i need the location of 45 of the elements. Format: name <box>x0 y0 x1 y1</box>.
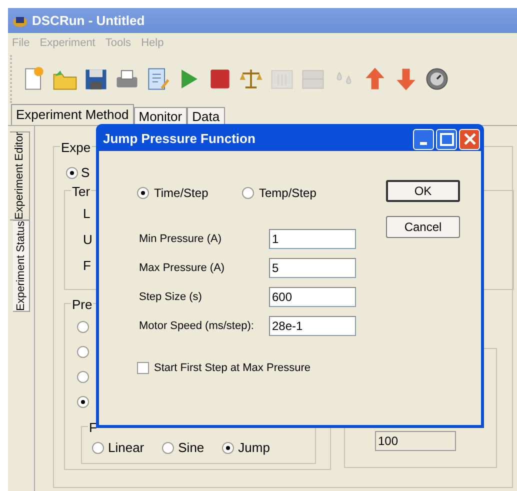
button[interactable]: OK <box>386 180 460 202</box>
field-label: Min Pressure (A) <box>139 232 223 247</box>
radio-label: Jump <box>238 438 270 457</box>
side-tab[interactable]: Experiment Editor <box>10 131 30 220</box>
window-title: DSCRun - Untitled <box>32 12 145 30</box>
radio-button[interactable] <box>77 370 89 382</box>
maximize-icon <box>440 132 454 146</box>
radio-button[interactable] <box>77 346 89 358</box>
input-field[interactable]: 5 <box>269 258 356 278</box>
field-label: Motor Speed (ms/step): <box>139 318 255 334</box>
radio-button[interactable] <box>162 442 174 454</box>
radio-button[interactable] <box>137 187 149 199</box>
radio-button[interactable] <box>222 442 234 454</box>
checkbox-label: Start First Step at Max Pressure <box>154 361 310 376</box>
field-label: F <box>83 256 91 274</box>
radio-label: Sine <box>178 438 204 457</box>
radio-label: Time/Step <box>154 185 208 202</box>
radio-label: Linear <box>108 438 144 457</box>
radio-label: S <box>81 164 90 182</box>
close-icon <box>464 133 476 145</box>
checkbox[interactable] <box>137 362 149 374</box>
radio-label: Temp/Step <box>259 185 316 202</box>
field-label: Max Pressure (A) <box>139 260 226 276</box>
input-field[interactable]: 1 <box>269 229 356 249</box>
field-label: Step Size (s) <box>139 290 203 305</box>
input-field[interactable]: 100 <box>375 430 456 450</box>
field-label: L <box>83 204 90 222</box>
tab[interactable]: Data <box>187 107 225 125</box>
minimize-button[interactable] <box>413 128 434 150</box>
minimize-icon <box>420 142 427 144</box>
radio-button[interactable] <box>242 187 254 199</box>
maximize-button[interactable] <box>436 128 457 150</box>
radio-button[interactable] <box>92 442 104 454</box>
input-field[interactable]: 600 <box>269 287 356 307</box>
dialog-title: Jump Pressure Function <box>103 130 256 148</box>
tab[interactable]: Experiment Method <box>11 104 134 125</box>
radio-button[interactable] <box>66 166 78 179</box>
input-field[interactable]: 28e-1 <box>269 316 356 336</box>
radio-button[interactable] <box>77 320 89 332</box>
field-label: U <box>83 230 92 248</box>
tab[interactable]: Monitor <box>134 107 188 125</box>
side-tab[interactable]: Experiment Status <box>13 220 30 312</box>
button[interactable]: Cancel <box>386 216 460 238</box>
close-button[interactable] <box>459 128 480 150</box>
radio-button[interactable] <box>77 396 89 408</box>
